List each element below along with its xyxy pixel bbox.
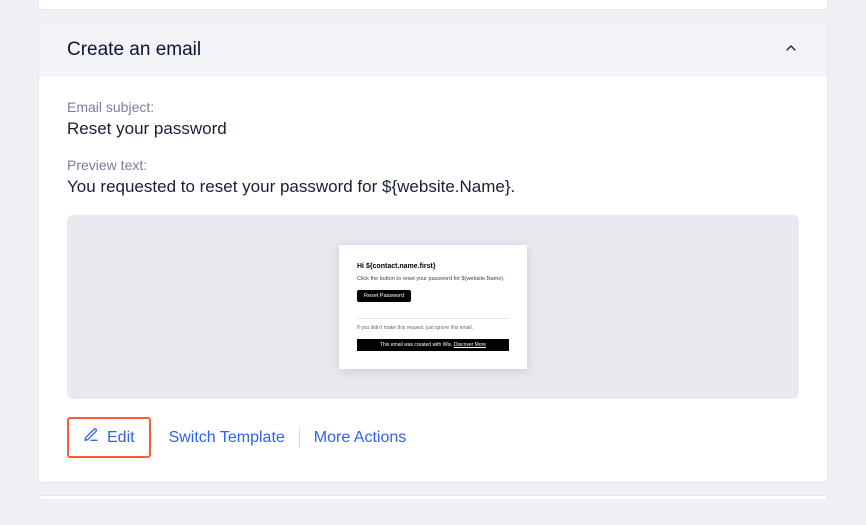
thumb-ignore-text: If you didn't make this request, just ig…	[357, 325, 509, 331]
email-preview-pane: Hi ${contact.name.first} Click the butto…	[67, 215, 799, 399]
switch-template-button[interactable]: Switch Template	[169, 421, 285, 455]
card-header[interactable]: Create an email	[39, 23, 827, 77]
preview-text-value: You requested to reset your password for…	[67, 177, 799, 197]
edit-label: Edit	[107, 429, 135, 447]
pencil-icon	[83, 427, 99, 448]
email-thumbnail: Hi ${contact.name.first} Click the butto…	[339, 245, 527, 369]
more-actions-button[interactable]: More Actions	[314, 421, 406, 455]
previous-card-edge	[38, 0, 828, 10]
actions-row: Edit Switch Template More Actions	[67, 417, 799, 458]
email-subject-label: Email subject:	[67, 99, 799, 115]
thumb-banner-text: This email was created with Wix.	[380, 342, 454, 348]
thumb-divider	[357, 318, 509, 319]
create-email-card: Create an email Email subject: Reset you…	[38, 22, 828, 483]
thumb-footer-banner: This email was created with Wix. Discove…	[357, 339, 509, 351]
thumb-reset-button: Reset Password	[357, 290, 411, 302]
thumb-body-text: Click the button to reset your password …	[357, 276, 509, 282]
next-card-edge	[38, 495, 828, 499]
chevron-up-icon	[783, 40, 799, 61]
card-title: Create an email	[67, 39, 201, 61]
action-divider	[299, 428, 300, 448]
edit-button[interactable]: Edit	[67, 417, 151, 458]
card-body: Email subject: Reset your password Previ…	[39, 77, 827, 482]
email-subject-value: Reset your password	[67, 119, 799, 139]
preview-text-label: Preview text:	[67, 157, 799, 173]
thumb-greeting: Hi ${contact.name.first}	[357, 263, 509, 270]
thumb-banner-link: Discover More	[454, 342, 486, 348]
